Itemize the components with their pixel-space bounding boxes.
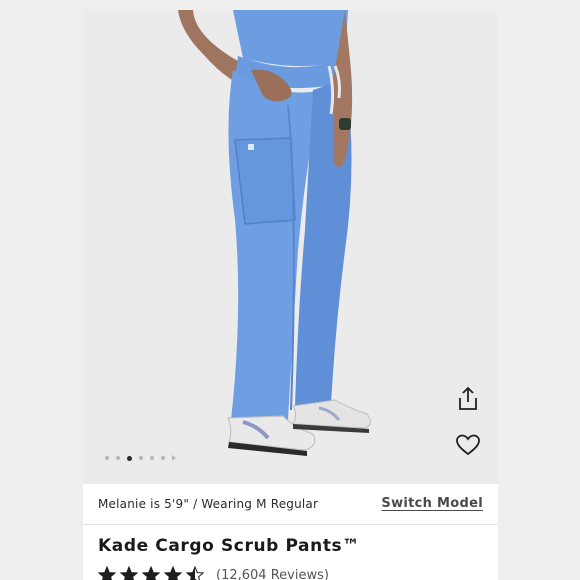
product-title: Kade Cargo Scrub Pants™ [98, 536, 360, 556]
product-image[interactable] [83, 10, 498, 484]
carousel-dot[interactable] [139, 456, 143, 460]
carousel-next-icon[interactable] [172, 455, 176, 461]
product-rating[interactable]: (12,604 Reviews) [98, 566, 329, 580]
carousel-dot[interactable] [127, 455, 132, 461]
favorite-button[interactable] [453, 430, 483, 460]
product-page: Melanie is 5'9" / Wearing M Regular Swit… [83, 10, 498, 580]
carousel-dot[interactable] [116, 456, 120, 460]
product-photo-illustration [178, 10, 371, 456]
carousel-dot[interactable] [105, 456, 109, 460]
star-icon [186, 566, 204, 580]
model-info-bar: Melanie is 5'9" / Wearing M Regular Swit… [83, 484, 498, 525]
star-icon [164, 566, 182, 580]
carousel-dot[interactable] [161, 456, 165, 460]
reviews-count-link[interactable]: (12,604 Reviews) [216, 568, 329, 580]
switch-model-link[interactable]: Switch Model [381, 496, 483, 511]
star-icon [142, 566, 160, 580]
share-icon [459, 386, 477, 410]
carousel-dot[interactable] [150, 456, 154, 460]
share-button[interactable] [453, 384, 483, 414]
star-icon [98, 566, 116, 580]
model-info-text: Melanie is 5'9" / Wearing M Regular [98, 497, 319, 511]
heart-icon [456, 434, 480, 456]
carousel-indicator[interactable] [105, 454, 176, 462]
star-icon [120, 566, 138, 580]
